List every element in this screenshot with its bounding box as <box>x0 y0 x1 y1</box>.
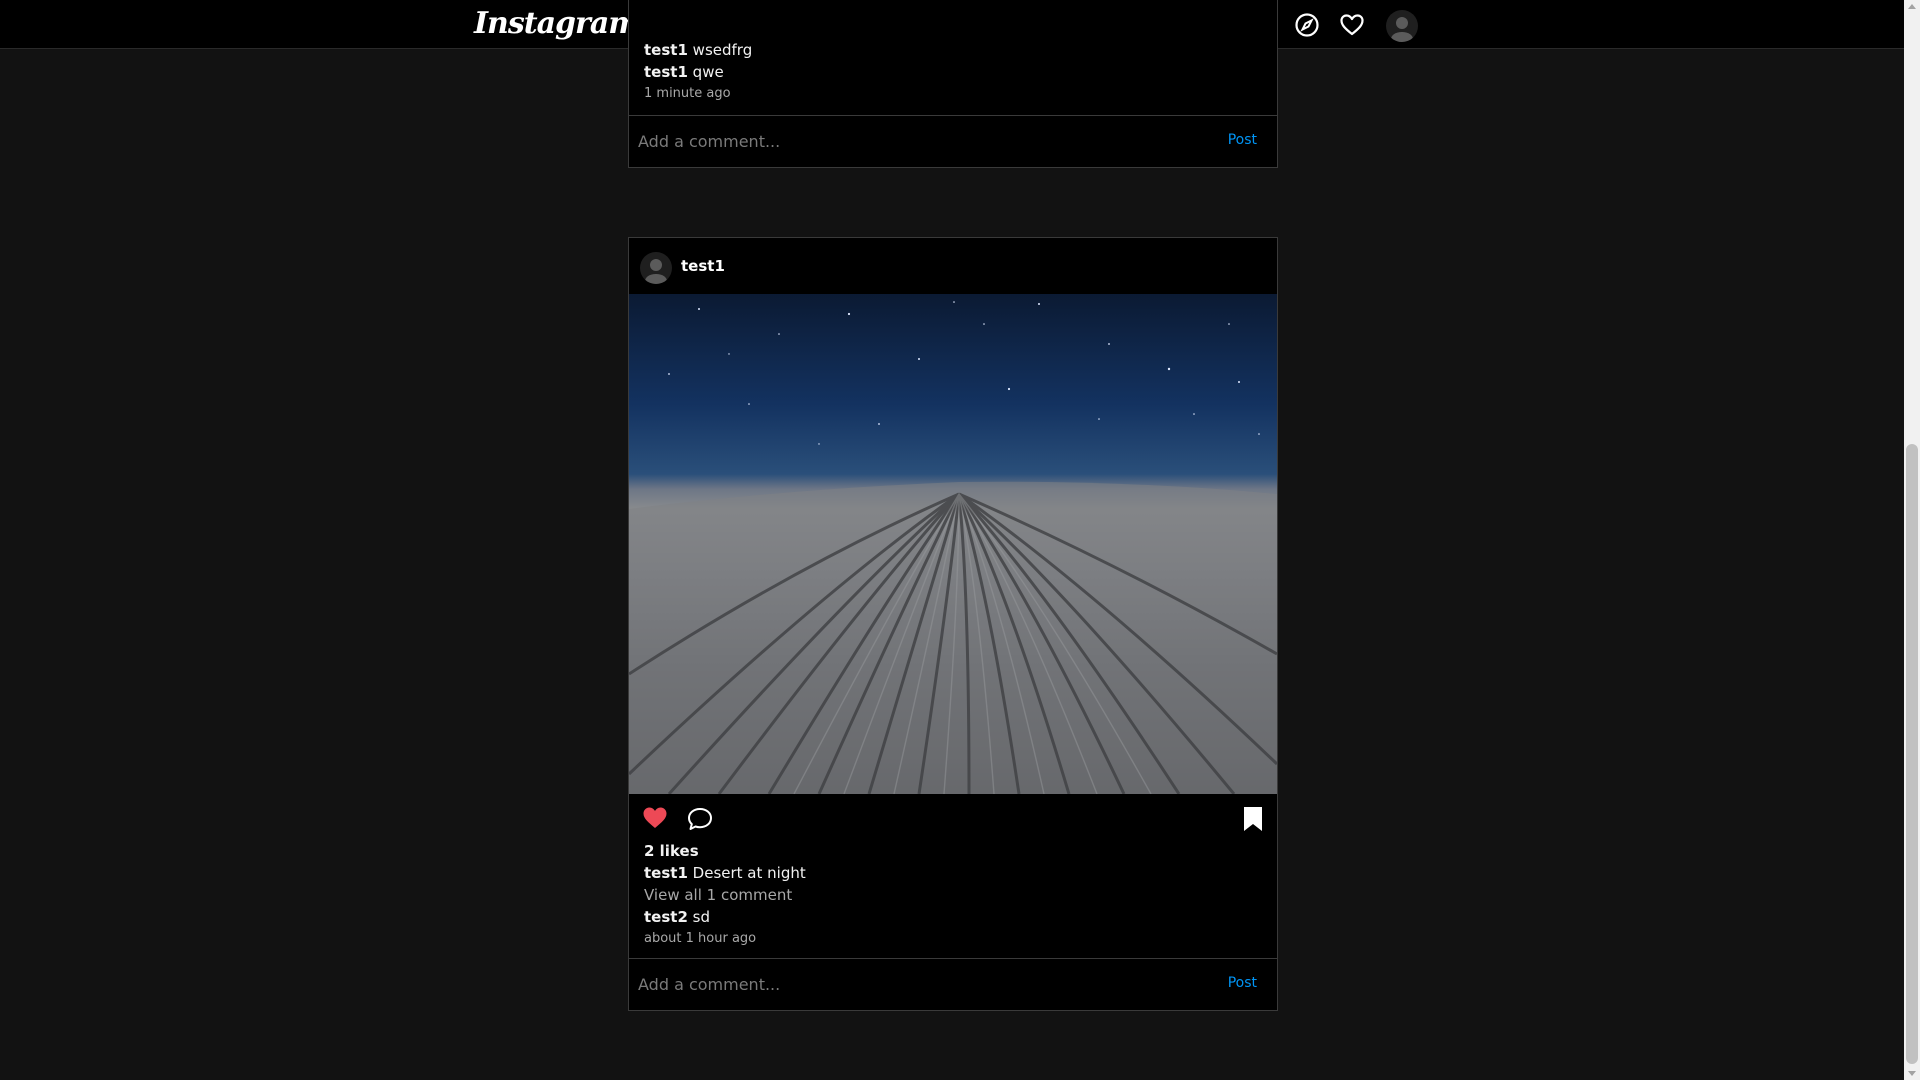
comment-icon[interactable] <box>686 806 714 836</box>
post-comment-button[interactable]: Post <box>1228 132 1257 148</box>
post-username[interactable]: test1 <box>681 257 725 275</box>
instagram-logo[interactable]: Instagram <box>474 6 640 41</box>
bookmark-icon[interactable] <box>1241 805 1265 837</box>
divider <box>629 958 1277 959</box>
comment-username[interactable]: test1 <box>644 63 688 81</box>
view-all-comments-link[interactable]: View all 1 comment <box>644 886 792 904</box>
post-image[interactable] <box>629 294 1277 794</box>
scrollbar-thumb[interactable] <box>1906 444 1918 1064</box>
post-card: test1 wsedfrg test1 qwe 1 minute ago Pos… <box>628 0 1278 168</box>
scroll-up-arrow-icon[interactable] <box>1908 4 1916 9</box>
post-card: test1 2 likes test1 Desert at night View… <box>628 237 1278 1011</box>
like-heart-icon[interactable] <box>642 806 668 834</box>
comment-line: test2 sd <box>644 908 710 926</box>
comment-username[interactable]: test1 <box>644 41 688 59</box>
caption-text: Desert at night <box>692 864 806 882</box>
comment-text: qwe <box>692 63 724 81</box>
avatar-icon[interactable] <box>1386 10 1418 42</box>
post-timestamp: 1 minute ago <box>644 86 731 101</box>
post-timestamp: about 1 hour ago <box>644 931 757 946</box>
heart-icon[interactable] <box>1338 11 1366 39</box>
post-comment-button[interactable]: Post <box>1228 975 1257 991</box>
comment-username[interactable]: test2 <box>644 908 688 926</box>
scroll-down-arrow-icon[interactable] <box>1908 1071 1916 1076</box>
comment-text: sd <box>692 908 711 926</box>
comment-line: test1 wsedfrg <box>644 41 752 59</box>
comment-input[interactable] <box>638 969 1198 999</box>
page-scrollbar[interactable] <box>1904 0 1920 1080</box>
divider <box>629 115 1277 116</box>
avatar-icon[interactable] <box>640 252 672 284</box>
comment-line: test1 qwe <box>644 63 724 81</box>
caption-username[interactable]: test1 <box>644 864 688 882</box>
caption-line: test1 Desert at night <box>644 864 806 882</box>
comment-input[interactable] <box>638 126 1198 156</box>
likes-count[interactable]: 2 likes <box>644 842 699 860</box>
compass-icon[interactable] <box>1293 11 1321 39</box>
comment-text: wsedfrg <box>692 41 753 59</box>
stars <box>668 301 1260 445</box>
